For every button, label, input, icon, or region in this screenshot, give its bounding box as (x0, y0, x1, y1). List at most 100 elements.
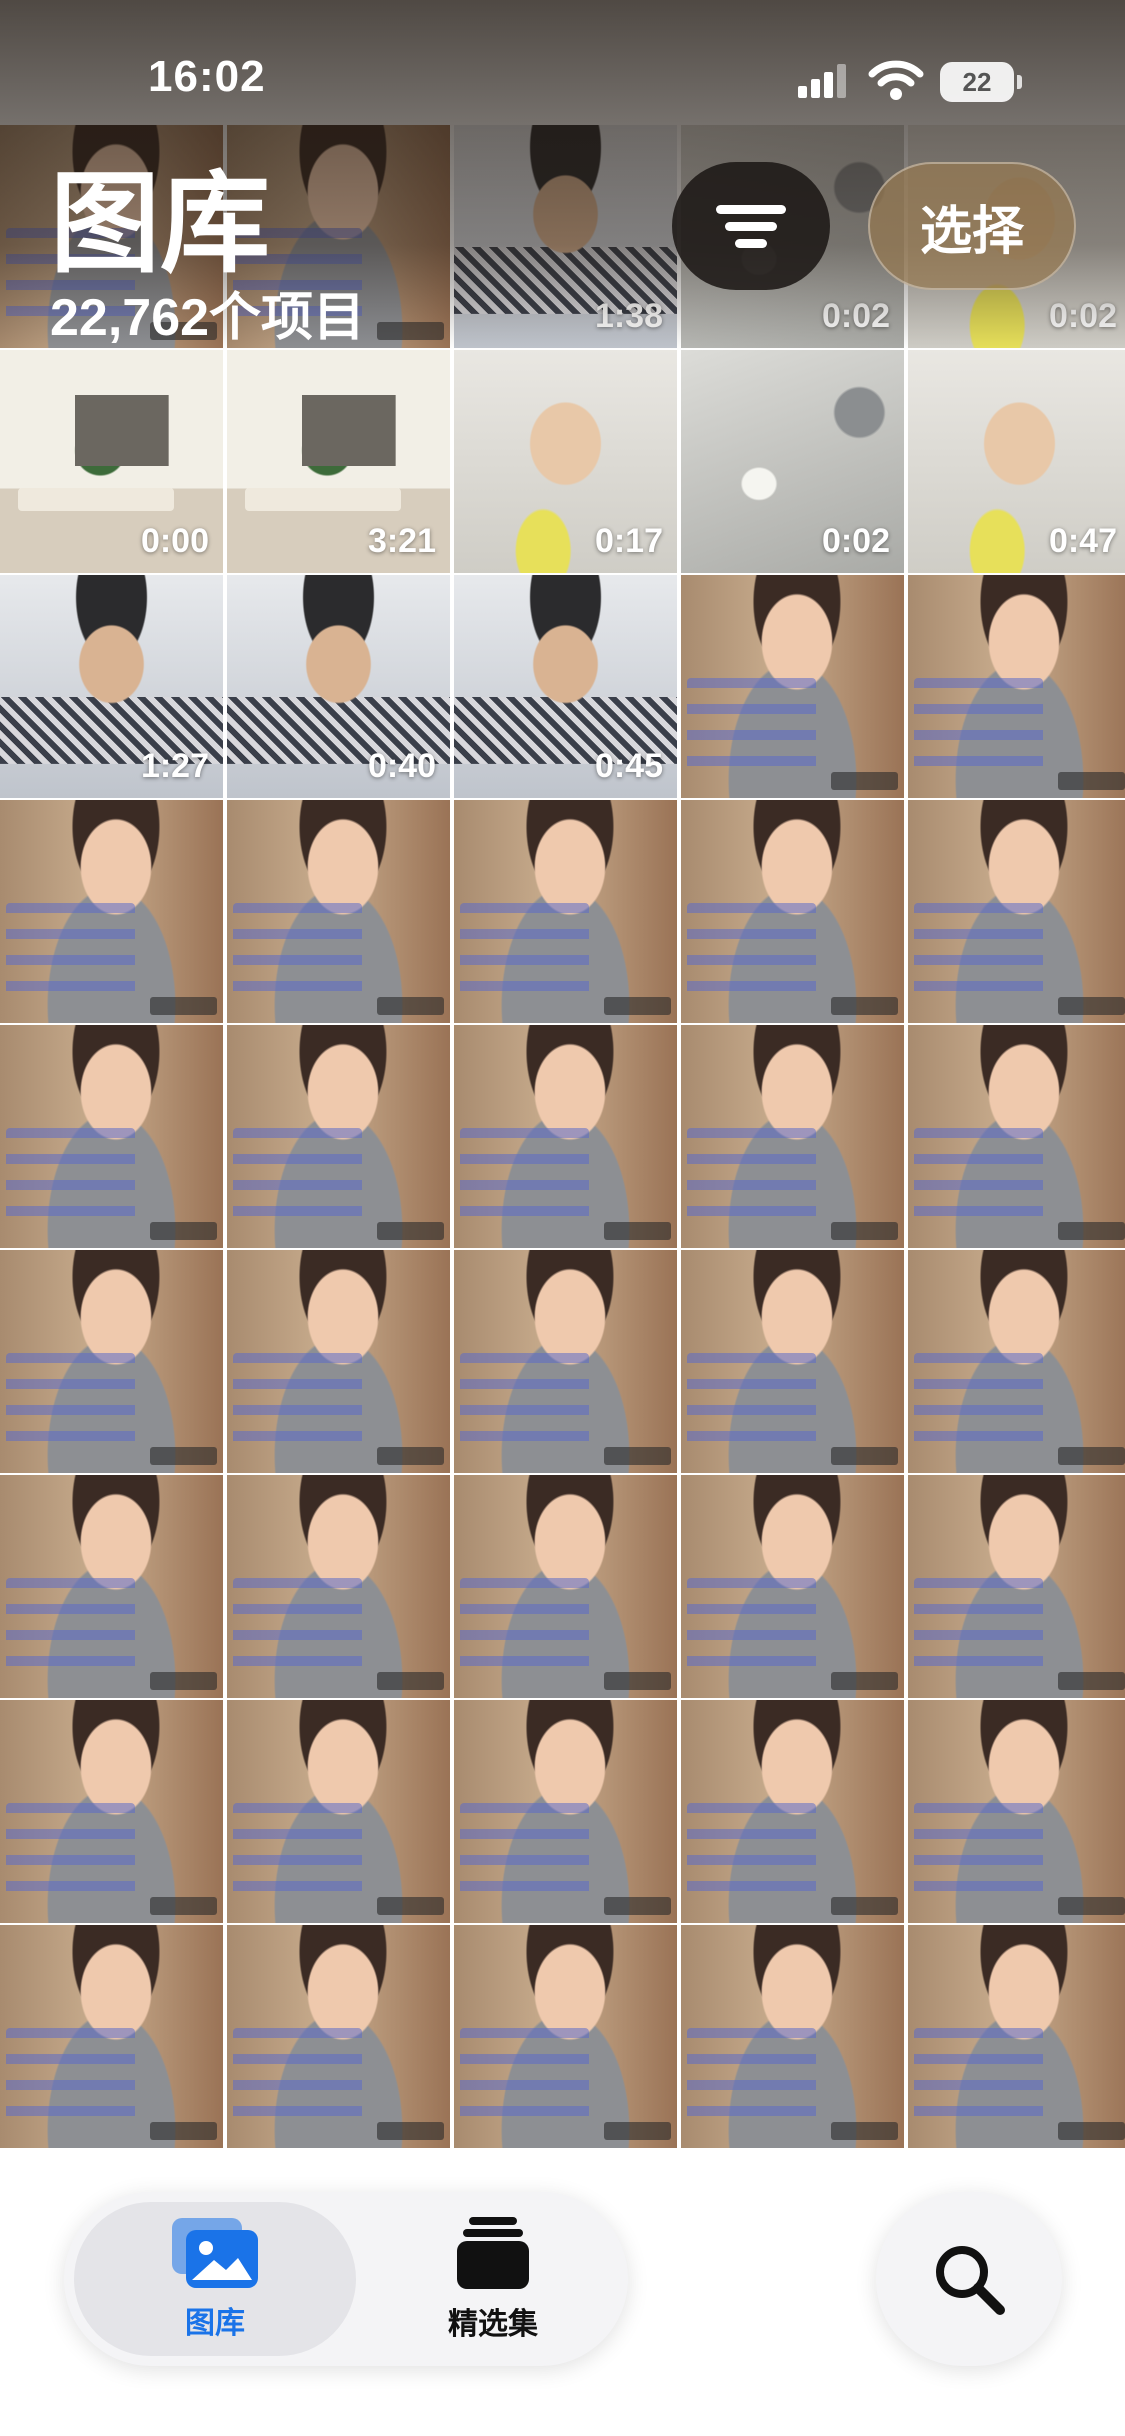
video-duration: 0:45 (594, 747, 663, 785)
thumbnail-image (0, 1700, 223, 1923)
photo-thumbnail[interactable] (908, 1925, 1125, 2148)
photo-thumbnail[interactable] (227, 1250, 450, 1473)
status-time: 16:02 (148, 52, 266, 101)
photo-thumbnail[interactable] (454, 1475, 677, 1698)
video-duration: 0:47 (1048, 522, 1117, 560)
video-thumbnail[interactable]: 0:00 (0, 350, 223, 573)
thumbnail-image (681, 1475, 904, 1698)
tab-featured-label: 精选集 (448, 2308, 538, 2341)
photo-thumbnail[interactable] (454, 1025, 677, 1248)
photo-thumbnail[interactable] (681, 1925, 904, 2148)
thumbnail-image (454, 1925, 677, 2148)
photo-thumbnail[interactable] (908, 1250, 1125, 1473)
thumbnail-image (227, 1025, 450, 1248)
photo-thumbnail[interactable] (0, 800, 223, 1023)
video-duration: 0:40 (367, 747, 436, 785)
thumbnail-image (681, 800, 904, 1023)
page-title: 图库 (50, 163, 270, 286)
tab-featured[interactable]: 精选集 (370, 2202, 616, 2356)
photo-thumbnail[interactable] (0, 1700, 223, 1923)
photo-thumbnail[interactable] (681, 1025, 904, 1248)
photo-thumbnail[interactable] (908, 1475, 1125, 1698)
video-thumbnail[interactable]: 0:45 (454, 575, 677, 798)
video-thumbnail[interactable]: 3:21 (227, 350, 450, 573)
thumbnail-image (681, 575, 904, 798)
thumbnail-image (227, 1475, 450, 1698)
photo-thumbnail[interactable] (227, 1700, 450, 1923)
thumbnail-image (454, 1025, 677, 1248)
thumbnail-image (681, 1025, 904, 1248)
video-duration: 3:21 (367, 522, 436, 560)
photo-thumbnail[interactable] (681, 1700, 904, 1923)
video-thumbnail[interactable]: 0:40 (227, 575, 450, 798)
video-duration: 0:00 (140, 522, 209, 560)
thumbnail-image (908, 800, 1125, 1023)
item-count: 22,762个项目 (50, 289, 366, 347)
photo-thumbnail[interactable] (681, 575, 904, 798)
thumbnail-image (908, 575, 1125, 798)
search-icon (936, 2246, 1005, 2315)
status-bar: 16:02 22 (0, 0, 1125, 150)
tab-library-label: 图库 (185, 2307, 245, 2340)
cellular-signal-icon (798, 64, 848, 98)
video-duration: 0:17 (594, 522, 663, 560)
thumbnail-image (454, 1250, 677, 1473)
video-thumbnail[interactable]: 1:27 (0, 575, 223, 798)
thumbnail-image (227, 1925, 450, 2148)
thumbnail-image (908, 1250, 1125, 1473)
thumbnail-image (908, 1025, 1125, 1248)
photo-thumbnail[interactable] (227, 800, 450, 1023)
thumbnail-image (0, 1475, 223, 1698)
video-duration: 0:02 (821, 297, 890, 335)
photo-library-icon (172, 2218, 258, 2288)
thumbnail-image (0, 1925, 223, 2148)
photo-thumbnail[interactable] (227, 1925, 450, 2148)
search-button[interactable] (876, 2192, 1062, 2366)
sort-filter-button[interactable] (672, 162, 830, 290)
photo-thumbnail[interactable] (0, 1475, 223, 1698)
photo-thumbnail[interactable] (0, 1250, 223, 1473)
video-duration: 0:02 (821, 522, 890, 560)
photo-thumbnail[interactable] (681, 1250, 904, 1473)
photo-thumbnail[interactable] (454, 800, 677, 1023)
thumbnail-image (0, 1025, 223, 1248)
video-thumbnail[interactable]: 0:02 (681, 350, 904, 573)
thumbnail-image (454, 1700, 677, 1923)
thumbnail-image (0, 1250, 223, 1473)
photo-thumbnail[interactable] (908, 575, 1125, 798)
thumbnail-image (454, 800, 677, 1023)
video-thumbnail[interactable]: 1:38 (454, 125, 677, 348)
thumbnail-image (681, 1700, 904, 1923)
tab-library[interactable]: 图库 (74, 2202, 356, 2356)
photo-thumbnail[interactable] (227, 1475, 450, 1698)
thumbnail-image (0, 800, 223, 1023)
thumbnail-image (681, 1250, 904, 1473)
photo-thumbnail[interactable] (454, 1250, 677, 1473)
photo-thumbnail[interactable] (454, 1925, 677, 2148)
thumbnail-image (227, 800, 450, 1023)
thumbnail-image (227, 1250, 450, 1473)
photo-thumbnail[interactable] (908, 1700, 1125, 1923)
video-thumbnail[interactable]: 0:17 (454, 350, 677, 573)
collections-stack-icon (457, 2217, 529, 2289)
photo-thumbnail[interactable] (908, 800, 1125, 1023)
sort-icon (716, 197, 786, 256)
thumbnail-image (681, 1925, 904, 2148)
video-thumbnail[interactable]: 0:47 (908, 350, 1125, 573)
battery-icon: 22 (940, 62, 1022, 102)
video-duration: 1:27 (140, 747, 209, 785)
photo-thumbnail[interactable] (454, 1700, 677, 1923)
thumbnail-image (227, 1700, 450, 1923)
thumbnail-image (908, 1475, 1125, 1698)
photo-thumbnail[interactable] (0, 1925, 223, 2148)
wifi-icon (868, 60, 924, 100)
thumbnail-image (908, 1700, 1125, 1923)
photo-thumbnail[interactable] (681, 800, 904, 1023)
select-button[interactable]: 选择 (868, 162, 1076, 290)
photo-thumbnail[interactable] (908, 1025, 1125, 1248)
photo-thumbnail[interactable] (681, 1475, 904, 1698)
video-duration: 0:02 (1048, 297, 1117, 335)
thumbnail-image (908, 1925, 1125, 2148)
photo-thumbnail[interactable] (0, 1025, 223, 1248)
photo-thumbnail[interactable] (227, 1025, 450, 1248)
